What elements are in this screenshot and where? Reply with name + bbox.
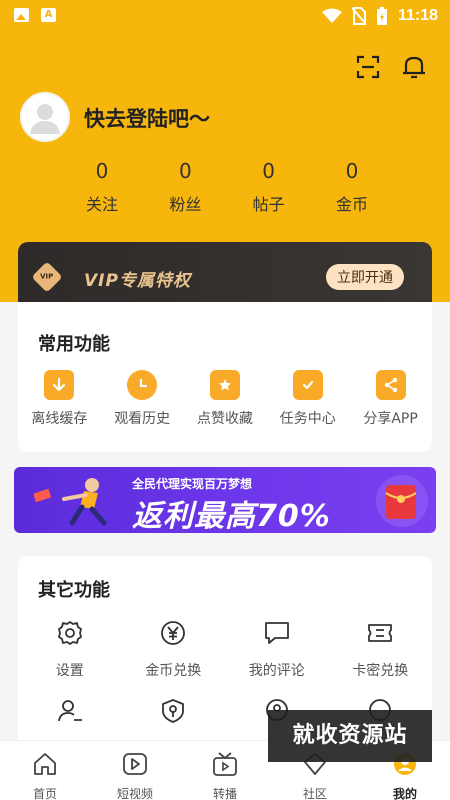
stat-value: 0 xyxy=(95,159,109,183)
shield-icon xyxy=(162,699,185,723)
watch-history-button[interactable]: 观看历史 xyxy=(101,370,184,428)
tab-short-video[interactable]: 短视频 xyxy=(90,741,180,800)
vip-title: VIP专属特权 xyxy=(84,271,191,291)
stat-label: 帖子 xyxy=(252,195,285,214)
function-label: 金币兑换 xyxy=(145,663,202,679)
broadcast-icon xyxy=(213,752,237,776)
status-bar: A 11:18 xyxy=(0,0,450,32)
no-sim-icon xyxy=(351,7,366,25)
tab-label: 首页 xyxy=(32,787,57,800)
stat-posts[interactable]: 0 帖子 xyxy=(229,157,309,215)
avatar[interactable] xyxy=(20,92,70,142)
function-label: 卡密兑换 xyxy=(352,663,409,679)
stat-value: 0 xyxy=(178,159,192,183)
home-icon xyxy=(34,753,56,775)
default-user-icon xyxy=(30,104,60,134)
coin-exchange-button[interactable]: 金币兑换 xyxy=(122,618,226,680)
text-a-icon: A xyxy=(41,8,56,22)
banner-headline: 返利最高70% xyxy=(132,499,331,533)
function-label: 设置 xyxy=(55,663,84,679)
comment-icon xyxy=(264,622,289,644)
tab-broadcast[interactable]: 转播 xyxy=(180,741,270,800)
profile-stats: 0 关注 0 粉丝 0 帖子 0 金币 xyxy=(62,157,392,215)
task-clipboard-icon xyxy=(292,370,323,400)
vip-badge-icon: VIP xyxy=(31,261,63,293)
my-comments-button[interactable]: 我的评论 xyxy=(225,618,329,680)
card-key-exchange-button[interactable]: 卡密兑换 xyxy=(329,618,433,680)
download-icon xyxy=(44,370,75,400)
scan-icon[interactable] xyxy=(353,52,383,82)
tab-home[interactable]: 首页 xyxy=(0,741,90,800)
function-label: 任务中心 xyxy=(279,411,336,427)
stat-value: 0 xyxy=(345,159,359,183)
share-icon xyxy=(375,370,406,400)
stat-label: 关注 xyxy=(85,195,118,214)
offline-cache-button[interactable]: 离线缓存 xyxy=(18,370,101,428)
tab-label: 转播 xyxy=(212,787,237,800)
stat-label: 金币 xyxy=(335,195,368,214)
share-app-button[interactable]: 分享APP xyxy=(349,370,432,428)
star-bookmark-icon xyxy=(209,370,240,400)
gear-icon xyxy=(57,621,82,645)
battery-charging-icon xyxy=(376,7,387,25)
stat-label: 粉丝 xyxy=(169,195,202,214)
common-functions-card: 常用功能 离线缓存 观看历史 点赞收藏 任务中心 分享APP xyxy=(18,302,432,452)
video-icon xyxy=(123,753,147,775)
likes-favorites-button[interactable]: 点赞收藏 xyxy=(184,370,267,428)
section-title: 其它功能 xyxy=(38,580,110,601)
task-center-button[interactable]: 任务中心 xyxy=(266,370,349,428)
stat-value: 0 xyxy=(262,159,276,183)
profile-edit-button[interactable] xyxy=(18,696,122,730)
login-prompt[interactable]: 快去登陆吧～ xyxy=(84,103,210,133)
stat-following[interactable]: 0 关注 xyxy=(62,157,142,215)
watermark: 就收资源站 xyxy=(268,710,432,762)
function-label: 离线缓存 xyxy=(31,411,88,427)
wifi-icon xyxy=(321,8,342,23)
settings-button[interactable]: 设置 xyxy=(18,618,122,680)
function-label: 观看历史 xyxy=(114,411,171,427)
stat-coins[interactable]: 0 金币 xyxy=(312,157,392,215)
stat-fans[interactable]: 0 粉丝 xyxy=(145,157,225,215)
bell-icon[interactable] xyxy=(399,52,429,82)
ticket-icon xyxy=(368,624,393,642)
vip-open-button[interactable]: 立即开通 xyxy=(326,264,404,290)
tab-label: 我的 xyxy=(392,787,417,800)
clock-time: 11:18 xyxy=(397,7,438,24)
banner-subtitle: 全民代理实现百万梦想 xyxy=(132,477,253,491)
image-icon xyxy=(14,8,29,22)
function-label: 分享APP xyxy=(363,411,418,427)
function-label: 点赞收藏 xyxy=(196,411,253,427)
tab-label: 社区 xyxy=(302,787,327,800)
function-label: 我的评论 xyxy=(248,663,305,679)
section-title: 常用功能 xyxy=(38,334,110,355)
runner-illustration xyxy=(34,478,107,526)
yen-coin-icon xyxy=(161,621,186,645)
red-envelope-icon xyxy=(376,475,428,527)
clock-icon xyxy=(127,370,158,400)
tab-label: 短视频 xyxy=(116,787,153,800)
user-edit-icon xyxy=(57,700,82,722)
security-button[interactable] xyxy=(122,696,226,730)
promo-banner[interactable]: 全民代理实现百万梦想 返利最高70% xyxy=(14,467,436,533)
